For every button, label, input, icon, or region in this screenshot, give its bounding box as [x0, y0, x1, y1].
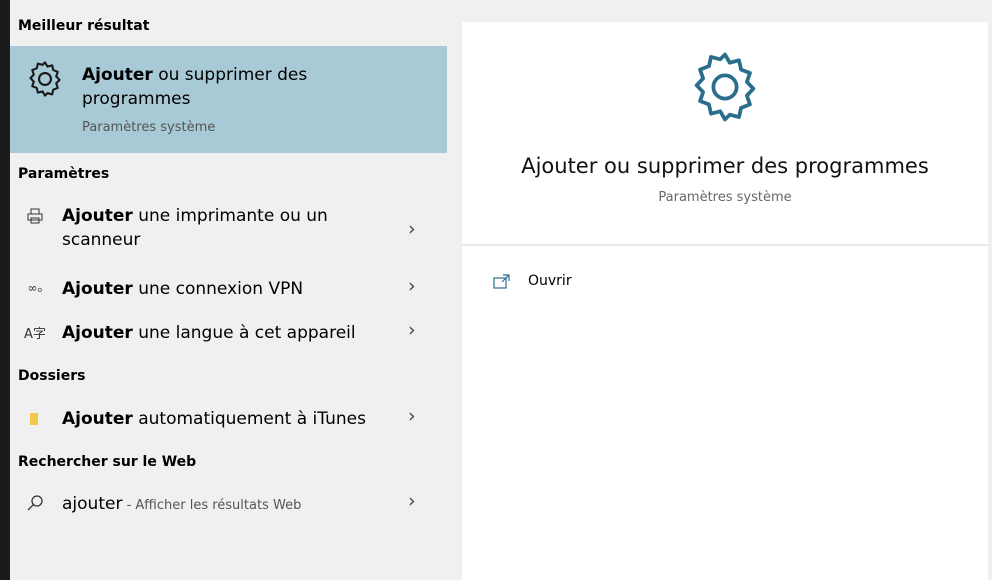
best-match-item[interactable]: Ajouter ou supprimer des programmes Para…	[10, 46, 447, 153]
best-match-header: Meilleur résultat	[18, 18, 150, 34]
result-label: Ajouter automatiquement à iTunes	[62, 409, 366, 429]
chevron-right-icon[interactable]: ›	[408, 218, 416, 240]
chevron-right-icon[interactable]: ›	[408, 319, 416, 341]
vpn-icon: ∞ₒ	[27, 281, 43, 295]
folders-header: Dossiers	[18, 368, 86, 384]
chevron-right-icon[interactable]: ›	[408, 405, 416, 427]
gear-icon	[694, 52, 756, 122]
open-external-icon	[493, 274, 510, 289]
result-label: ajouter - Afficher les résultats Web	[62, 494, 302, 514]
language-icon: A字	[24, 327, 46, 342]
folder-icon	[24, 411, 46, 431]
chevron-right-icon[interactable]: ›	[408, 490, 416, 512]
divider	[462, 244, 988, 246]
result-label: Ajouter une imprimante ou un scanneur	[62, 206, 328, 250]
search-icon	[24, 494, 46, 516]
gear-icon	[29, 61, 61, 97]
result-label: Ajouter une connexion VPN	[62, 279, 304, 299]
result-label: Ajouter une langue à cet appareil	[62, 323, 356, 343]
chevron-right-icon[interactable]: ›	[408, 275, 416, 297]
preview-panel: Ajouter ou supprimer des programmes Para…	[462, 22, 988, 580]
preview-title: Ajouter ou supprimer des programmes	[521, 154, 929, 178]
preview-subtitle: Paramètres système	[658, 190, 792, 205]
printer-icon	[24, 207, 46, 229]
best-match-subtitle: Paramètres système	[82, 120, 216, 135]
web-header: Rechercher sur le Web	[18, 454, 197, 470]
taskbar-edge	[0, 0, 10, 580]
open-label: Ouvrir	[528, 273, 572, 289]
best-match-title: Ajouter ou supprimer des programmes	[82, 65, 308, 109]
settings-header: Paramètres	[18, 166, 110, 182]
